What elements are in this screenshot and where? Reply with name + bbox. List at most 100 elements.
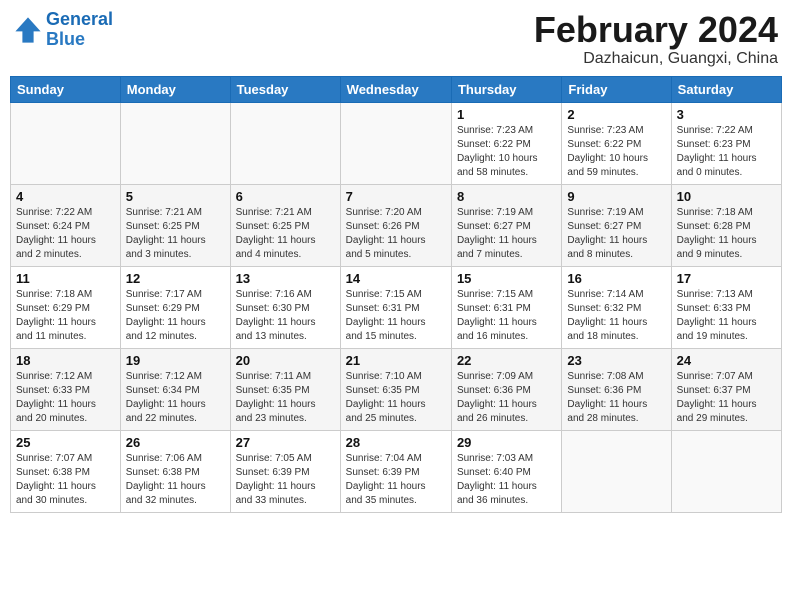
day-info: Sunrise: 7:08 AM Sunset: 6:36 PM Dayligh…: [567, 370, 665, 426]
day-number: 28: [346, 435, 446, 450]
calendar-cell: 9 Sunrise: 7:19 AM Sunset: 6:27 PM Daylig…: [562, 184, 671, 266]
calendar-cell: 7 Sunrise: 7:20 AM Sunset: 6:26 PM Daylig…: [340, 184, 451, 266]
calendar-cell: [11, 102, 121, 184]
day-info: Sunrise: 7:16 AM Sunset: 6:30 PM Dayligh…: [236, 288, 335, 344]
day-number: 19: [126, 353, 225, 368]
day-info: Sunrise: 7:06 AM Sunset: 6:38 PM Dayligh…: [126, 452, 225, 508]
logo-line1: General: [46, 9, 113, 29]
calendar-cell: 5 Sunrise: 7:21 AM Sunset: 6:25 PM Daylig…: [120, 184, 230, 266]
day-number: 6: [236, 189, 335, 204]
calendar-cell: 25 Sunrise: 7:07 AM Sunset: 6:38 PM Dayli…: [11, 430, 121, 512]
logo: General Blue: [14, 10, 113, 50]
week-row-4: 18 Sunrise: 7:12 AM Sunset: 6:33 PM Dayli…: [11, 348, 782, 430]
calendar-cell: 22 Sunrise: 7:09 AM Sunset: 6:36 PM Dayli…: [451, 348, 561, 430]
title-block: February 2024 Dazhaicun, Guangxi, China: [534, 10, 778, 68]
day-number: 20: [236, 353, 335, 368]
day-info: Sunrise: 7:13 AM Sunset: 6:33 PM Dayligh…: [677, 288, 776, 344]
day-info: Sunrise: 7:23 AM Sunset: 6:22 PM Dayligh…: [567, 124, 665, 180]
weekday-header-sunday: Sunday: [11, 76, 121, 102]
location-subtitle: Dazhaicun, Guangxi, China: [534, 50, 778, 68]
day-info: Sunrise: 7:22 AM Sunset: 6:23 PM Dayligh…: [677, 124, 776, 180]
day-number: 11: [16, 271, 115, 286]
day-number: 15: [457, 271, 556, 286]
day-info: Sunrise: 7:07 AM Sunset: 6:37 PM Dayligh…: [677, 370, 776, 426]
weekday-header-saturday: Saturday: [671, 76, 781, 102]
day-info: Sunrise: 7:19 AM Sunset: 6:27 PM Dayligh…: [567, 206, 665, 262]
day-number: 29: [457, 435, 556, 450]
day-number: 25: [16, 435, 115, 450]
weekday-header-row: SundayMondayTuesdayWednesdayThursdayFrid…: [11, 76, 782, 102]
calendar-cell: 16Sunrise: 7:14 AM Sunset: 6:32 PM Dayli…: [562, 266, 671, 348]
calendar-cell: 17 Sunrise: 7:13 AM Sunset: 6:33 PM Dayli…: [671, 266, 781, 348]
day-info: Sunrise: 7:11 AM Sunset: 6:35 PM Dayligh…: [236, 370, 335, 426]
calendar-table: SundayMondayTuesdayWednesdayThursdayFrid…: [10, 76, 782, 513]
calendar-cell: 21 Sunrise: 7:10 AM Sunset: 6:35 PM Dayli…: [340, 348, 451, 430]
weekday-header-wednesday: Wednesday: [340, 76, 451, 102]
weekday-header-monday: Monday: [120, 76, 230, 102]
day-info: Sunrise: 7:22 AM Sunset: 6:24 PM Dayligh…: [16, 206, 115, 262]
week-row-1: 1 Sunrise: 7:23 AM Sunset: 6:22 PM Daylig…: [11, 102, 782, 184]
day-info: Sunrise: 7:03 AM Sunset: 6:40 PM Dayligh…: [457, 452, 556, 508]
day-info: Sunrise: 7:23 AM Sunset: 6:22 PM Dayligh…: [457, 124, 556, 180]
calendar-cell: 24 Sunrise: 7:07 AM Sunset: 6:37 PM Dayli…: [671, 348, 781, 430]
calendar-cell: 26Sunrise: 7:06 AM Sunset: 6:38 PM Dayli…: [120, 430, 230, 512]
calendar-cell: 15Sunrise: 7:15 AM Sunset: 6:31 PM Dayli…: [451, 266, 561, 348]
day-info: Sunrise: 7:10 AM Sunset: 6:35 PM Dayligh…: [346, 370, 446, 426]
calendar-cell: 10 Sunrise: 7:18 AM Sunset: 6:28 PM Dayli…: [671, 184, 781, 266]
day-info: Sunrise: 7:21 AM Sunset: 6:25 PM Dayligh…: [236, 206, 335, 262]
day-info: Sunrise: 7:18 AM Sunset: 6:29 PM Dayligh…: [16, 288, 115, 344]
day-number: 21: [346, 353, 446, 368]
day-number: 27: [236, 435, 335, 450]
calendar-cell: 19 Sunrise: 7:12 AM Sunset: 6:34 PM Dayli…: [120, 348, 230, 430]
page-header: General Blue February 2024 Dazhaicun, Gu…: [10, 10, 782, 68]
calendar-cell: 23 Sunrise: 7:08 AM Sunset: 6:36 PM Dayli…: [562, 348, 671, 430]
calendar-cell: 1 Sunrise: 7:23 AM Sunset: 6:22 PM Daylig…: [451, 102, 561, 184]
day-info: Sunrise: 7:19 AM Sunset: 6:27 PM Dayligh…: [457, 206, 556, 262]
month-title: February 2024: [534, 10, 778, 50]
day-info: Sunrise: 7:14 AM Sunset: 6:32 PM Dayligh…: [567, 288, 665, 344]
day-number: 24: [677, 353, 776, 368]
calendar-cell: [562, 430, 671, 512]
day-info: Sunrise: 7:17 AM Sunset: 6:29 PM Dayligh…: [126, 288, 225, 344]
day-number: 23: [567, 353, 665, 368]
day-number: 22: [457, 353, 556, 368]
day-info: Sunrise: 7:18 AM Sunset: 6:28 PM Dayligh…: [677, 206, 776, 262]
day-number: 1: [457, 107, 556, 122]
logo-text: General Blue: [46, 10, 113, 50]
day-number: 9: [567, 189, 665, 204]
day-number: 18: [16, 353, 115, 368]
day-info: Sunrise: 7:12 AM Sunset: 6:34 PM Dayligh…: [126, 370, 225, 426]
calendar-cell: [120, 102, 230, 184]
day-number: 2: [567, 107, 665, 122]
logo-line2: Blue: [46, 29, 85, 49]
calendar-cell: [340, 102, 451, 184]
day-info: Sunrise: 7:09 AM Sunset: 6:36 PM Dayligh…: [457, 370, 556, 426]
day-number: 10: [677, 189, 776, 204]
weekday-header-thursday: Thursday: [451, 76, 561, 102]
calendar-cell: 8 Sunrise: 7:19 AM Sunset: 6:27 PM Daylig…: [451, 184, 561, 266]
day-info: Sunrise: 7:12 AM Sunset: 6:33 PM Dayligh…: [16, 370, 115, 426]
day-info: Sunrise: 7:20 AM Sunset: 6:26 PM Dayligh…: [346, 206, 446, 262]
logo-icon: [14, 16, 42, 44]
calendar-cell: 11 Sunrise: 7:18 AM Sunset: 6:29 PM Dayli…: [11, 266, 121, 348]
day-info: Sunrise: 7:04 AM Sunset: 6:39 PM Dayligh…: [346, 452, 446, 508]
day-number: 8: [457, 189, 556, 204]
calendar-cell: [230, 102, 340, 184]
calendar-cell: 2 Sunrise: 7:23 AM Sunset: 6:22 PM Daylig…: [562, 102, 671, 184]
day-number: 14: [346, 271, 446, 286]
calendar-cell: 18 Sunrise: 7:12 AM Sunset: 6:33 PM Dayli…: [11, 348, 121, 430]
day-info: Sunrise: 7:07 AM Sunset: 6:38 PM Dayligh…: [16, 452, 115, 508]
week-row-3: 11 Sunrise: 7:18 AM Sunset: 6:29 PM Dayli…: [11, 266, 782, 348]
day-number: 4: [16, 189, 115, 204]
day-info: Sunrise: 7:15 AM Sunset: 6:31 PM Dayligh…: [346, 288, 446, 344]
day-number: 17: [677, 271, 776, 286]
calendar-cell: 13Sunrise: 7:16 AM Sunset: 6:30 PM Dayli…: [230, 266, 340, 348]
day-number: 5: [126, 189, 225, 204]
calendar-cell: 14 Sunrise: 7:15 AM Sunset: 6:31 PM Dayli…: [340, 266, 451, 348]
day-info: Sunrise: 7:21 AM Sunset: 6:25 PM Dayligh…: [126, 206, 225, 262]
calendar-cell: 29 Sunrise: 7:03 AM Sunset: 6:40 PM Dayli…: [451, 430, 561, 512]
calendar-cell: 28 Sunrise: 7:04 AM Sunset: 6:39 PM Dayli…: [340, 430, 451, 512]
day-info: Sunrise: 7:05 AM Sunset: 6:39 PM Dayligh…: [236, 452, 335, 508]
day-number: 7: [346, 189, 446, 204]
calendar-cell: 4 Sunrise: 7:22 AM Sunset: 6:24 PM Daylig…: [11, 184, 121, 266]
